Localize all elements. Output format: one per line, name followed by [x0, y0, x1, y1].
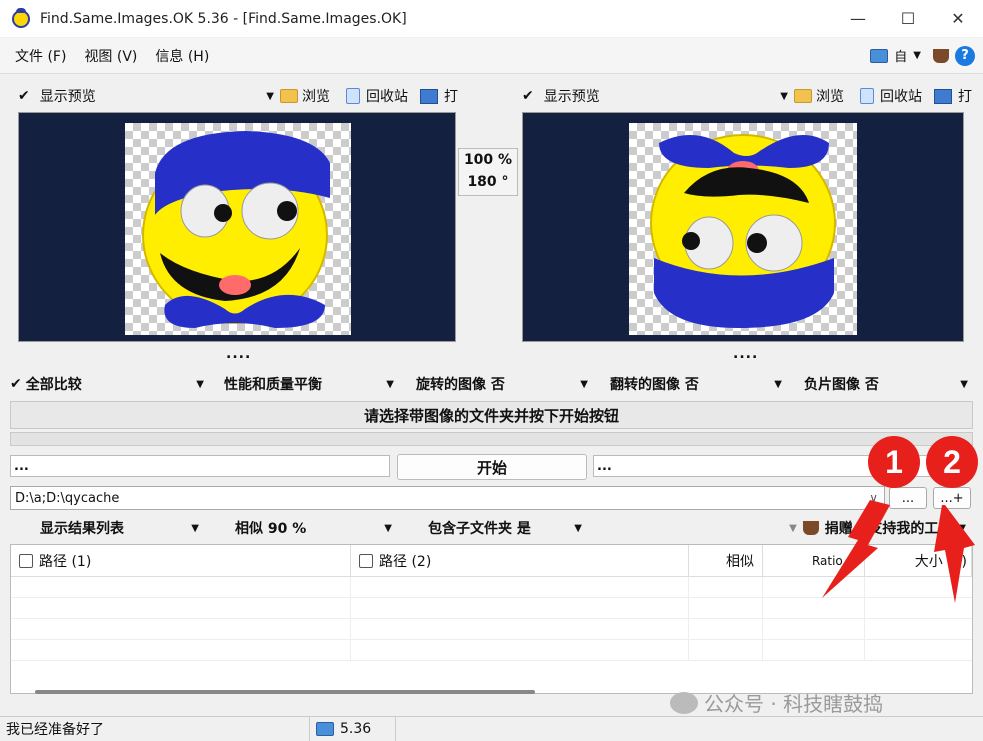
annotation-badge-2: 2	[926, 436, 978, 488]
annotation-badge-1: 1	[868, 436, 920, 488]
arrow-1	[822, 500, 890, 598]
arrow-2	[934, 505, 975, 603]
annotation-arrows	[822, 500, 975, 603]
